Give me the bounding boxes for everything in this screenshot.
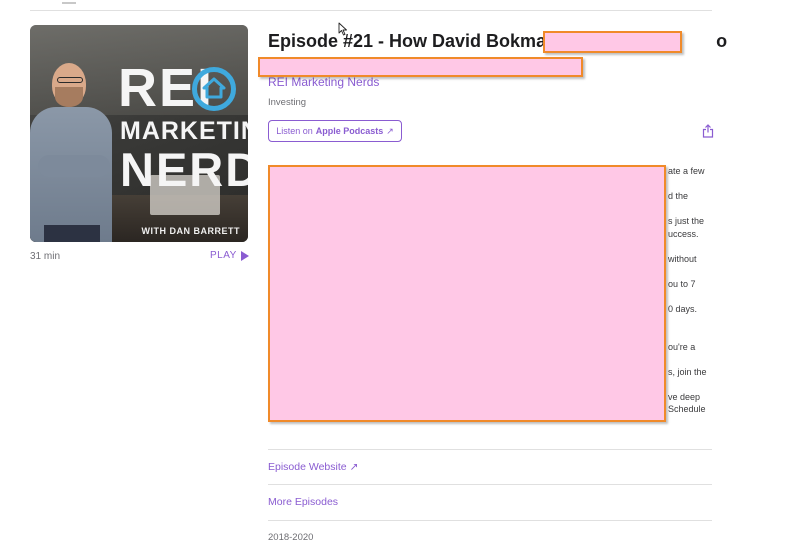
description-fragment: d the bbox=[668, 191, 689, 201]
description-fragment: ate a few bbox=[668, 166, 705, 176]
episode-duration: 31 min bbox=[30, 251, 61, 262]
description-fragment: without bbox=[668, 254, 697, 264]
episode-website-link[interactable]: Episode Website ↗ bbox=[268, 461, 358, 473]
external-link-icon: ↗ bbox=[386, 125, 394, 136]
description-fragment: uccess. bbox=[668, 229, 699, 239]
share-icon[interactable] bbox=[702, 124, 714, 138]
external-link-icon: ↗ bbox=[349, 461, 359, 473]
podcast-artwork: REI MARKETING NERDS WITH DAN BARRETT bbox=[30, 25, 248, 242]
top-divider bbox=[30, 10, 712, 11]
house-icon bbox=[202, 77, 226, 99]
listen-prefix: Listen on bbox=[276, 126, 313, 136]
description-fragment: s just the bbox=[668, 216, 705, 226]
description-fragment: s, join the bbox=[668, 367, 707, 377]
episode-website-label: Episode Website bbox=[268, 461, 347, 473]
redaction-box bbox=[543, 31, 682, 53]
episode-title-tail: o bbox=[716, 31, 728, 51]
divider bbox=[268, 484, 712, 485]
artwork-byline: WITH DAN BARRETT bbox=[141, 226, 240, 236]
artwork-person-pants bbox=[44, 225, 100, 242]
listen-on-apple-podcasts-button[interactable]: Listen on Apple Podcasts ↗ bbox=[268, 120, 402, 142]
redaction-box bbox=[268, 165, 666, 422]
mouse-cursor-icon bbox=[338, 22, 347, 36]
artwork-person-arms bbox=[38, 155, 110, 177]
listen-strong: Apple Podcasts bbox=[315, 126, 384, 136]
description-fragment: ou're a bbox=[668, 342, 696, 352]
artwork-title-marketing: MARKETING bbox=[120, 117, 248, 145]
years-active: 2018-2020 bbox=[268, 532, 314, 543]
show-name-link[interactable]: REI Marketing Nerds bbox=[268, 75, 379, 89]
play-icon bbox=[240, 250, 249, 261]
artwork-person-beard bbox=[55, 87, 83, 107]
redaction-box bbox=[258, 57, 583, 77]
description-fragment: 0 days. bbox=[668, 304, 698, 314]
divider bbox=[268, 449, 712, 450]
more-episodes-link[interactable]: More Episodes bbox=[268, 496, 338, 508]
description-fragment: ou to 7 bbox=[668, 279, 696, 289]
artwork-title-nerds: NERDS bbox=[120, 143, 248, 196]
play-label: PLAY bbox=[210, 250, 237, 261]
divider bbox=[268, 520, 712, 521]
more-episodes-label: More Episodes bbox=[268, 496, 339, 508]
top-fragment bbox=[62, 0, 76, 4]
artwork-person-glasses bbox=[57, 77, 83, 83]
category-label: Investing bbox=[268, 97, 307, 108]
description-fragment: Schedule bbox=[668, 404, 706, 414]
description-fragment: ve deep bbox=[668, 392, 701, 402]
episode-title-text: Episode #21 - How David Bokman V bbox=[268, 31, 575, 51]
play-button[interactable]: PLAY bbox=[210, 250, 249, 261]
